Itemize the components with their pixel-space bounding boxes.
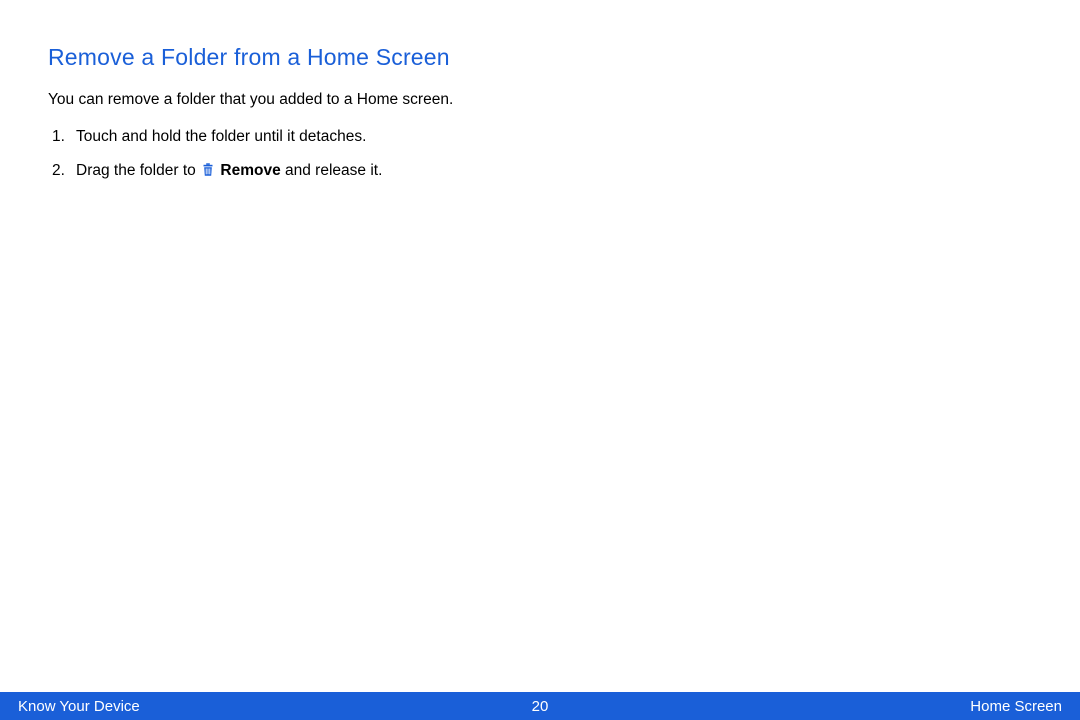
- page-footer: Know Your Device 20 Home Screen: [0, 692, 1080, 720]
- section-heading: Remove a Folder from a Home Screen: [48, 44, 1032, 71]
- step-2-prefix: Drag the folder to: [76, 162, 200, 179]
- footer-left: Know Your Device: [18, 698, 140, 715]
- step-1: Touch and hold the folder until it detac…: [48, 125, 508, 149]
- intro-paragraph: You can remove a folder that you added t…: [48, 89, 468, 111]
- step-2: Drag the folder to Remove and release it…: [48, 159, 508, 183]
- trash-icon: [201, 162, 215, 177]
- step-2-suffix: and release it.: [281, 162, 383, 179]
- footer-right: Home Screen: [970, 698, 1062, 715]
- page-content: Remove a Folder from a Home Screen You c…: [0, 0, 1080, 184]
- steps-list: Touch and hold the folder until it detac…: [48, 125, 508, 183]
- step-2-remove-label: Remove: [220, 162, 280, 179]
- footer-page-number: 20: [532, 698, 549, 715]
